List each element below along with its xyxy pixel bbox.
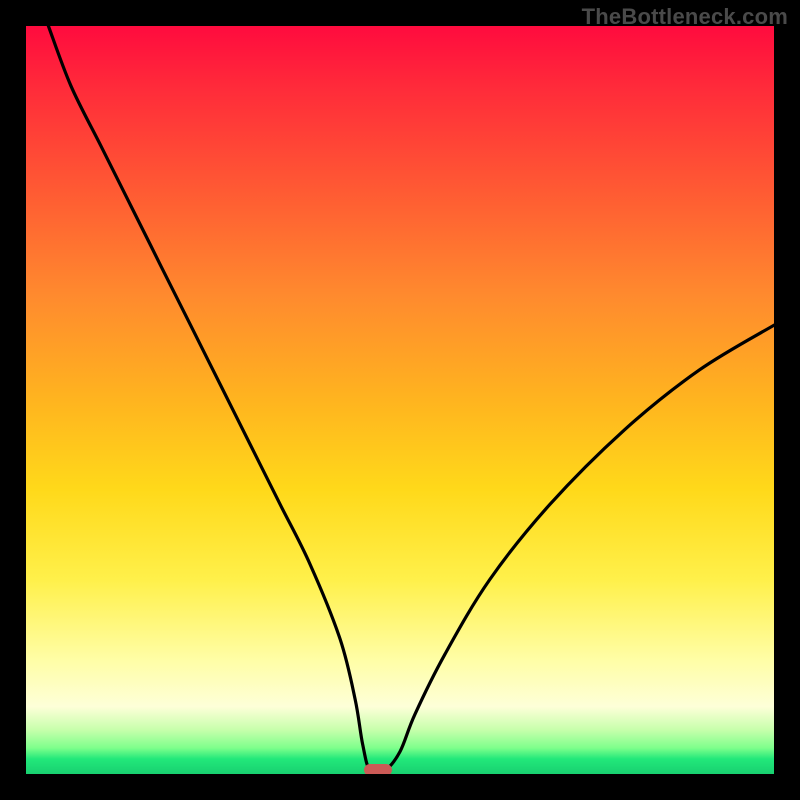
plot-area [26, 26, 774, 774]
chart-frame: TheBottleneck.com [0, 0, 800, 800]
bottleneck-curve [48, 26, 774, 773]
curve-svg [26, 26, 774, 774]
optimal-marker [364, 764, 392, 774]
watermark-text: TheBottleneck.com [582, 4, 788, 30]
